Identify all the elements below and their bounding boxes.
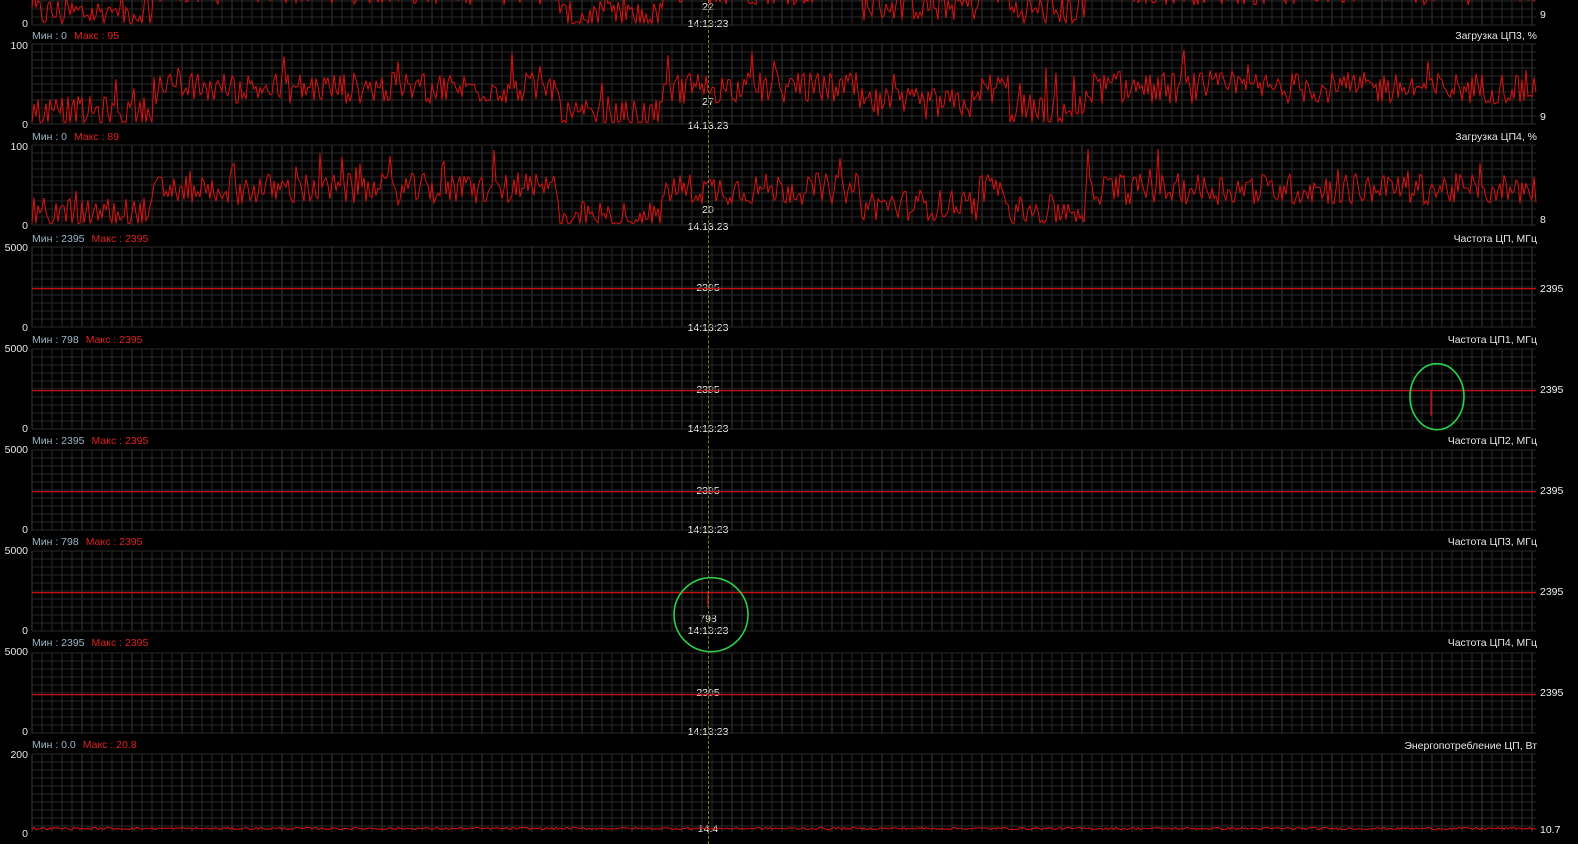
graph-plot-area: [31, 0, 1537, 832]
series-line: [31, 826, 1537, 831]
time-cursor-line[interactable]: [708, 0, 709, 844]
series-line: [31, 148, 1537, 225]
series-line: [31, 0, 1535, 26]
series-line: [31, 49, 1537, 125]
